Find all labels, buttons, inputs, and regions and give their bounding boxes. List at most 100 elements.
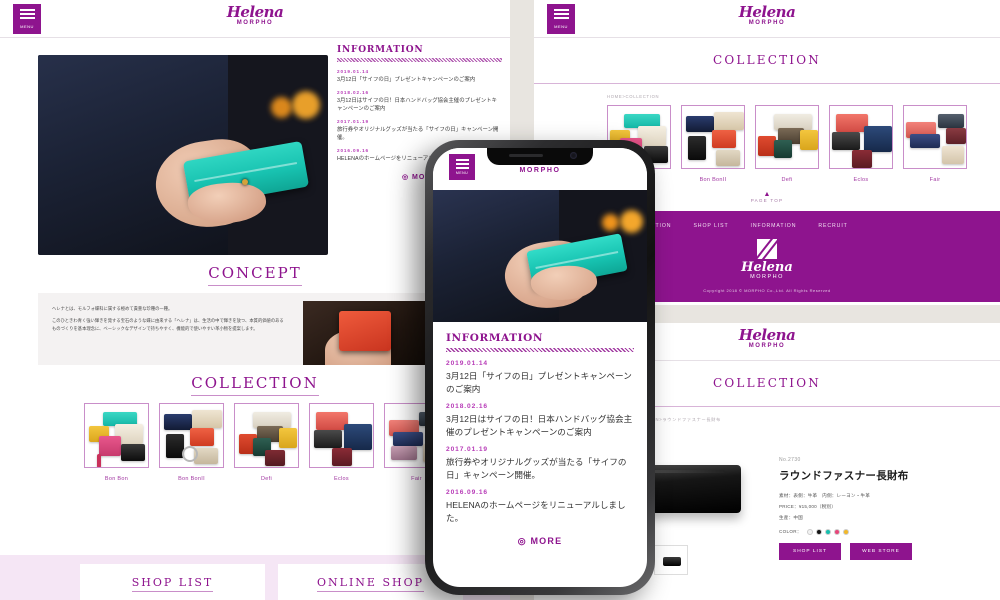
screenshot-stage: MENU Helena MORPHO INFORMATION 2019.01.1… xyxy=(0,0,1000,600)
front-camera-icon xyxy=(570,152,577,159)
news-text: 3月12日「サイフの日」プレゼントキャンペーンのご案内 xyxy=(337,77,476,83)
footer-nav-recruit[interactable]: RECRUIT xyxy=(818,223,847,229)
phone-hero-image xyxy=(433,190,647,322)
collection-item-label: Bon Bon xyxy=(104,476,129,482)
collection-item-label: Defi xyxy=(781,177,793,183)
news-date: 2019.01.14 xyxy=(337,69,369,74)
collection-item[interactable]: Bon Bon xyxy=(84,403,149,482)
logo-sub-text: MORPHO xyxy=(236,20,274,26)
product-number: No.2730 xyxy=(779,457,801,463)
collection-thumbnail[interactable] xyxy=(903,105,967,169)
phone-news-item[interactable]: 2019.01.14 3月12日「サイフの日」プレゼントキャンペーンのご案内 xyxy=(446,360,634,395)
bokeh-light-icon xyxy=(602,214,619,231)
wave-divider xyxy=(337,58,502,62)
footer-nav-information[interactable]: INFORMATION xyxy=(751,223,797,229)
collection-item[interactable]: Eclos xyxy=(829,105,893,183)
phone-menu-button[interactable]: MENU xyxy=(449,154,475,180)
product-info: No.2730 ラウンドファスナー長財布 素材：表側：牛革 内側：レーヨン・牛革… xyxy=(779,435,989,560)
product-material: 素材：表側：牛革 内側：レーヨン・牛革 xyxy=(779,493,871,498)
butterfly-mark-icon xyxy=(757,239,777,259)
concept-paragraph: このひときわ青く強い輝きを発する宝石のような蝶に由来する「ヘレナ」は、生活の中で… xyxy=(52,318,284,331)
concept-section: ヘレナとは、モルフォ蝶科に属する極めて貴重な珍種の一種。 このひときわ青く強い輝… xyxy=(38,293,453,365)
news-item[interactable]: 2017.01.19 旅行券やオリジナルグッズが当たる「サイフの日」キャンペーン… xyxy=(337,119,502,142)
news-date: 2017.01.19 xyxy=(337,119,369,124)
news-item[interactable]: 2019.01.14 3月12日「サイフの日」プレゼントキャンペーンのご案内 xyxy=(337,69,502,84)
collection-thumbnail[interactable] xyxy=(84,403,149,468)
collection-item[interactable]: Eclos xyxy=(309,403,374,482)
shop-list-button[interactable]: SHOP LIST xyxy=(779,543,841,560)
site-logo[interactable]: Helena MORPHO xyxy=(534,0,1000,27)
collection-item-label: Defi xyxy=(261,476,272,482)
product-price: PRICE：¥15,000（税別） xyxy=(779,504,837,509)
collection-item-label: Bon BonII xyxy=(699,177,727,183)
menu-button-label: MENU xyxy=(20,24,34,29)
phone-news-text: 3月12日はサイフの日！日本ハンドバッグ協会主催のプレゼントキャンペーンのご案内 xyxy=(446,414,633,437)
phone-information-heading: INFORMATION xyxy=(446,332,544,344)
shop-list-label: SHOP LIST xyxy=(131,576,214,592)
collection-item[interactable]: Fair xyxy=(903,105,967,183)
phone-news-date: 2017.01.19 xyxy=(446,446,489,453)
speaker-icon xyxy=(509,154,543,157)
color-swatch-teal[interactable] xyxy=(824,529,831,535)
phone-mockup: MENU Helena MORPHO INFORMATIO xyxy=(425,140,655,595)
web-store-button[interactable]: WEB STORE xyxy=(850,543,912,560)
more-circle-icon: ◎ xyxy=(517,536,527,546)
site-logo[interactable]: Helena MORPHO xyxy=(0,0,510,27)
bokeh-light-icon xyxy=(620,210,643,233)
phone-news-item[interactable]: 2017.01.19 旅行券やオリジナルグッズが当たる「サイフの日」キャンペーン… xyxy=(446,446,634,481)
phone-news-item[interactable]: 2016.09.16 HELENAのホームページをリニューアルしました。 xyxy=(446,489,634,524)
shop-list-card[interactable]: SHOP LIST xyxy=(80,564,265,600)
product-origin: 生産：中国 xyxy=(779,515,803,520)
phone-news-item[interactable]: 2018.02.16 3月12日はサイフの日！日本ハンドバッグ協会主催のプレゼン… xyxy=(446,403,634,438)
phone-news-date: 2016.09.16 xyxy=(446,489,489,496)
more-circle-icon: ◎ xyxy=(401,174,410,181)
phone-more-button[interactable]: ◎ MORE xyxy=(446,536,634,547)
product-name: ラウンドファスナー長財布 xyxy=(779,470,909,482)
phone-menu-label: MENU xyxy=(455,171,469,175)
concept-image xyxy=(303,301,435,365)
collection-item-label: Eclos xyxy=(853,177,869,183)
collection-thumbnail[interactable] xyxy=(159,403,224,468)
top-page-header: MENU Helena MORPHO xyxy=(0,0,510,38)
logo-script-text: Helena xyxy=(738,3,796,21)
color-swatch-white[interactable] xyxy=(806,529,813,535)
hamburger-icon xyxy=(553,9,569,21)
page-title: COLLECTION xyxy=(534,38,1000,84)
color-swatch-black[interactable] xyxy=(815,529,822,535)
color-swatch-yellow[interactable] xyxy=(842,529,849,535)
online-shop-label: ONLINE SHOP xyxy=(317,576,424,592)
bokeh-light-icon xyxy=(292,91,320,119)
wave-divider xyxy=(446,348,634,352)
concept-text: ヘレナとは、モルフォ蝶科に属する極めて貴重な珍種の一種。 このひときわ青く強い輝… xyxy=(38,293,288,332)
phone-news-date: 2018.02.16 xyxy=(446,403,489,410)
phone-screen: MENU Helena MORPHO INFORMATIO xyxy=(433,148,647,587)
menu-button-label: MENU xyxy=(554,24,568,29)
footer-nav-shop-list[interactable]: SHOP LIST xyxy=(693,223,728,229)
phone-more-label: MORE xyxy=(530,536,563,546)
collection-thumbnail[interactable] xyxy=(309,403,374,468)
logo-script-text: Helena xyxy=(226,3,284,21)
product-thumbnail[interactable] xyxy=(654,545,688,575)
information-heading: INFORMATION xyxy=(337,45,424,55)
collection-item-label: Fair xyxy=(929,177,941,183)
hero-image xyxy=(38,55,328,255)
color-label: COLOR： xyxy=(779,529,802,534)
phone-news-text: 3月12日「サイフの日」プレゼントキャンペーンのご案内 xyxy=(446,371,632,394)
product-colors: COLOR： xyxy=(779,529,989,535)
collection-thumbnail[interactable] xyxy=(234,403,299,468)
collection-thumbnail[interactable] xyxy=(755,105,819,169)
collection-thumbnail[interactable] xyxy=(681,105,745,169)
color-swatch-pink[interactable] xyxy=(833,529,840,535)
menu-button[interactable]: MENU xyxy=(13,4,41,34)
menu-button[interactable]: MENU xyxy=(547,4,575,34)
collection-item[interactable]: Defi xyxy=(755,105,819,183)
news-item[interactable]: 2018.02.16 3月12日はサイフの日！日本ハンドバッグ協会主催のプレゼン… xyxy=(337,90,502,113)
collection-thumbnail[interactable] xyxy=(829,105,893,169)
collection-item[interactable]: Bon BonII xyxy=(681,105,745,183)
logo-sub-text: MORPHO xyxy=(748,20,786,26)
phone-frame: MENU Helena MORPHO INFORMATIO xyxy=(425,140,655,595)
phone-news-date: 2019.01.14 xyxy=(446,360,489,367)
collection-item[interactable]: Defi xyxy=(234,403,299,482)
collection-item[interactable]: Bon BonII xyxy=(159,403,224,482)
phone-notch xyxy=(487,148,593,165)
